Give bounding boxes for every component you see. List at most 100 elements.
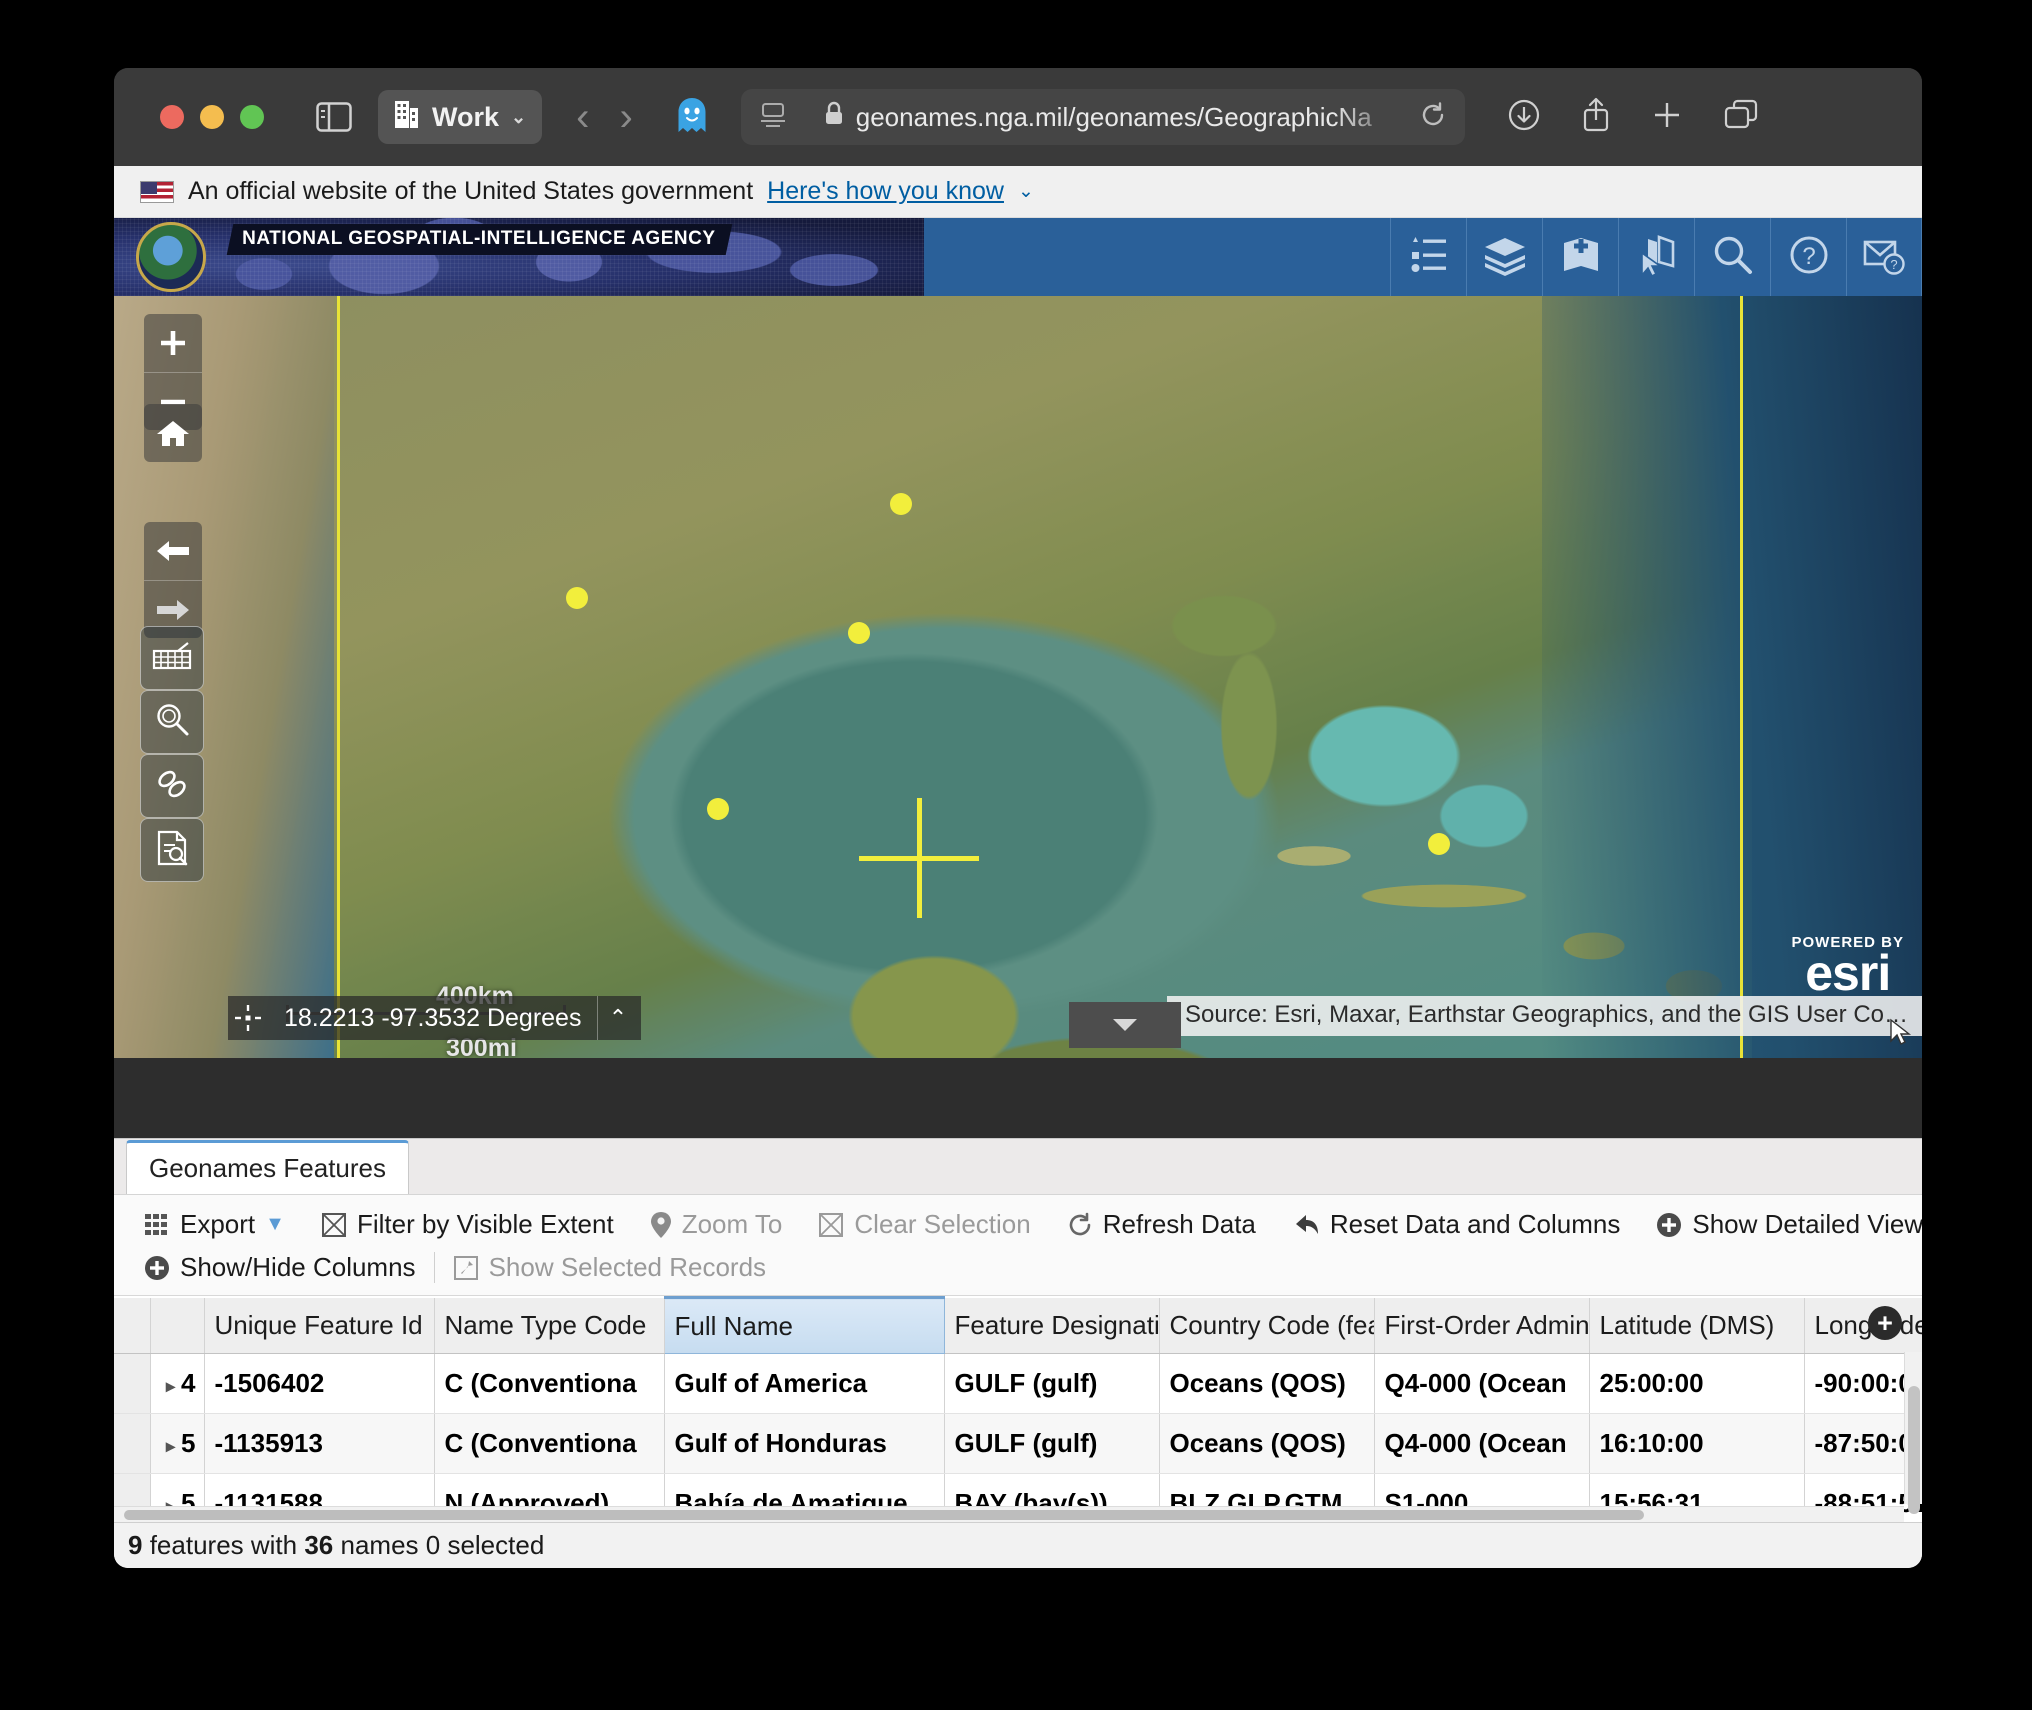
- ghostery-ghost-icon[interactable]: [675, 96, 709, 139]
- graticule-line: [337, 296, 340, 1058]
- cell-full-name[interactable]: Gulf of America: [664, 1353, 945, 1414]
- home-extent-button[interactable]: [144, 404, 202, 462]
- feature-count: 9: [128, 1530, 143, 1560]
- table-corner-header: [114, 1297, 151, 1354]
- link-tool-button[interactable]: [140, 754, 204, 818]
- chevron-right-icon[interactable]: ▸: [166, 1436, 175, 1456]
- layers-button[interactable]: [1466, 218, 1542, 296]
- cell-feature-designation[interactable]: GULF (gulf): [944, 1353, 1160, 1414]
- heres-how-you-know-link[interactable]: Here's how you know: [767, 177, 1004, 206]
- chevron-down-icon[interactable]: ▼: [265, 1213, 285, 1236]
- row-expand-toggle[interactable]: ▸ 4: [150, 1353, 205, 1414]
- cell-country-code[interactable]: Oceans (QOS): [1159, 1353, 1375, 1414]
- cell-name-type-code[interactable]: C (Conventiona: [434, 1353, 665, 1414]
- refresh-data-button[interactable]: Refresh Data: [1051, 1203, 1272, 1246]
- back-button[interactable]: ‹: [576, 97, 589, 137]
- add-column-icon[interactable]: +: [1868, 1306, 1902, 1340]
- map-viewport[interactable]: 400km 300mi 18.2213 -97.3532 Degrees ⌃ S…: [114, 296, 1922, 1058]
- attribute-grid[interactable]: Unique Feature Id Name Type Code Full Name…: [114, 1296, 1922, 1522]
- cell-latitude-dms[interactable]: 16:10:00: [1589, 1413, 1805, 1474]
- previous-extent-button[interactable]: [144, 522, 202, 580]
- reset-data-and-columns-button-label: Reset Data and Columns: [1329, 1209, 1621, 1239]
- feature-marker[interactable]: [890, 493, 912, 515]
- column-header-2[interactable]: Name Type Code: [434, 1297, 665, 1354]
- coordinate-expander-button[interactable]: ⌃: [597, 996, 637, 1040]
- chevron-right-icon[interactable]: ▸: [166, 1376, 175, 1396]
- magnifier-icon: [1711, 233, 1755, 282]
- row-selector[interactable]: [114, 1413, 151, 1474]
- show-hide-columns-button[interactable]: Show/Hide Columns: [128, 1246, 432, 1289]
- maximize-window-button[interactable]: [240, 105, 264, 129]
- cell-first-order-admin[interactable]: Q4-000 (Ocean: [1374, 1413, 1590, 1474]
- vertical-scrollbar[interactable]: [1904, 1352, 1922, 1514]
- reader-view-icon[interactable]: [759, 102, 787, 133]
- report-tool-button[interactable]: [140, 818, 204, 882]
- profile-switcher-button[interactable]: Work ⌄: [378, 90, 543, 144]
- feature-marker[interactable]: [1428, 833, 1450, 855]
- close-window-button[interactable]: [160, 105, 184, 129]
- forward-button[interactable]: ›: [619, 97, 632, 137]
- minimize-window-button[interactable]: [200, 105, 224, 129]
- column-header-7[interactable]: Latitude (DMS): [1589, 1297, 1805, 1354]
- chevron-down-icon: ⌄: [511, 106, 527, 127]
- column-header-8[interactable]: Longitude (DM: [1804, 1297, 1922, 1354]
- feature-marker[interactable]: [707, 798, 729, 820]
- reset-data-and-columns-button[interactable]: Reset Data and Columns: [1276, 1203, 1636, 1246]
- toolbar-separator: [433, 1252, 435, 1283]
- resize-grip-icon[interactable]: [1886, 1017, 1916, 1052]
- cell-latitude-dms[interactable]: 25:00:00: [1589, 1353, 1805, 1414]
- attribution-toggle-button[interactable]: [1069, 1002, 1181, 1048]
- browser-toolbar-right: [1507, 97, 1759, 138]
- column-header-5[interactable]: Country Code (fea: [1159, 1297, 1375, 1354]
- basemap-button[interactable]: [1542, 218, 1618, 296]
- row-selector[interactable]: [114, 1353, 151, 1414]
- filter-by-visible-extent-button[interactable]: Filter by Visible Extent: [305, 1203, 630, 1246]
- cell-full-name[interactable]: Gulf of Honduras: [664, 1413, 945, 1474]
- column-header-4[interactable]: Feature Designati: [944, 1297, 1160, 1354]
- reload-icon[interactable]: [1419, 101, 1447, 134]
- address-bar[interactable]: geonames.nga.mil/geonames/GeographicNa: [740, 89, 1465, 145]
- show-detailed-view-button[interactable]: Show Detailed View: [1640, 1203, 1922, 1246]
- scrollbar-thumb[interactable]: [1908, 1386, 1920, 1514]
- cell-first-order-admin[interactable]: Q4-000 (Ocean: [1374, 1353, 1590, 1414]
- column-header-1[interactable]: Unique Feature Id: [204, 1297, 435, 1354]
- column-header-3[interactable]: Full Name: [663, 1296, 945, 1354]
- feature-marker[interactable]: [566, 587, 588, 609]
- coordinate-widget[interactable]: 18.2213 -97.3532 Degrees ⌃: [228, 996, 642, 1040]
- contact-button[interactable]: ?: [1846, 218, 1922, 296]
- url-text-container[interactable]: geonames.nga.mil/geonames/GeographicNa: [787, 101, 1409, 133]
- cell-unique-feature-id[interactable]: -1135913: [204, 1413, 435, 1474]
- show-detailed-view-button-label: Show Detailed View: [1692, 1209, 1922, 1239]
- plus-icon[interactable]: [1651, 99, 1683, 136]
- sidebar-toggle-icon[interactable]: [316, 102, 352, 132]
- cell-name-type-code[interactable]: C (Conventiona: [434, 1413, 665, 1474]
- horizontal-scrollbar[interactable]: [114, 1506, 1904, 1522]
- feature-count-label: features with: [149, 1530, 298, 1560]
- cell-unique-feature-id[interactable]: -1506402: [204, 1353, 435, 1414]
- column-header-6[interactable]: First-Order Admin: [1374, 1297, 1590, 1354]
- panel-tabstrip: Geonames Features: [114, 1139, 1922, 1195]
- chain-link-icon: [154, 766, 190, 807]
- esri-logo: POWERED BY esri: [1791, 934, 1904, 998]
- row-expand-toggle[interactable]: ▸5: [150, 1413, 205, 1474]
- select-button[interactable]: [1618, 218, 1694, 296]
- scrollbar-thumb[interactable]: [124, 1510, 1644, 1520]
- tab-geonames-features[interactable]: Geonames Features: [126, 1140, 410, 1194]
- cell-feature-designation[interactable]: GULF (gulf): [944, 1413, 1160, 1474]
- share-icon[interactable]: [1581, 97, 1611, 138]
- feature-marker[interactable]: [848, 622, 870, 644]
- tab-overview-icon[interactable]: [1723, 99, 1759, 136]
- help-button[interactable]: ?: [1770, 218, 1846, 296]
- url-text: geonames.nga.mil/geonames/GeographicNa: [855, 101, 1372, 132]
- chevron-down-icon[interactable]: ⌄: [1018, 180, 1034, 203]
- export-button[interactable]: Export ▼: [128, 1203, 301, 1246]
- table-row[interactable]: ▸ 4 -1506402 C (Conventiona Gulf of America G…: [114, 1353, 1922, 1414]
- downloads-icon[interactable]: [1507, 98, 1541, 137]
- table-row[interactable]: ▸ 5 -1135913 C (Conventiona Gulf of Honduras…: [114, 1413, 1922, 1474]
- magnifier-tool-button[interactable]: [140, 690, 204, 754]
- legend-button[interactable]: [1390, 218, 1466, 296]
- grid-overlay-button[interactable]: [140, 626, 204, 690]
- zoom-in-button[interactable]: [144, 314, 202, 372]
- cell-country-code[interactable]: Oceans (QOS): [1159, 1413, 1375, 1474]
- search-button[interactable]: [1694, 218, 1770, 296]
